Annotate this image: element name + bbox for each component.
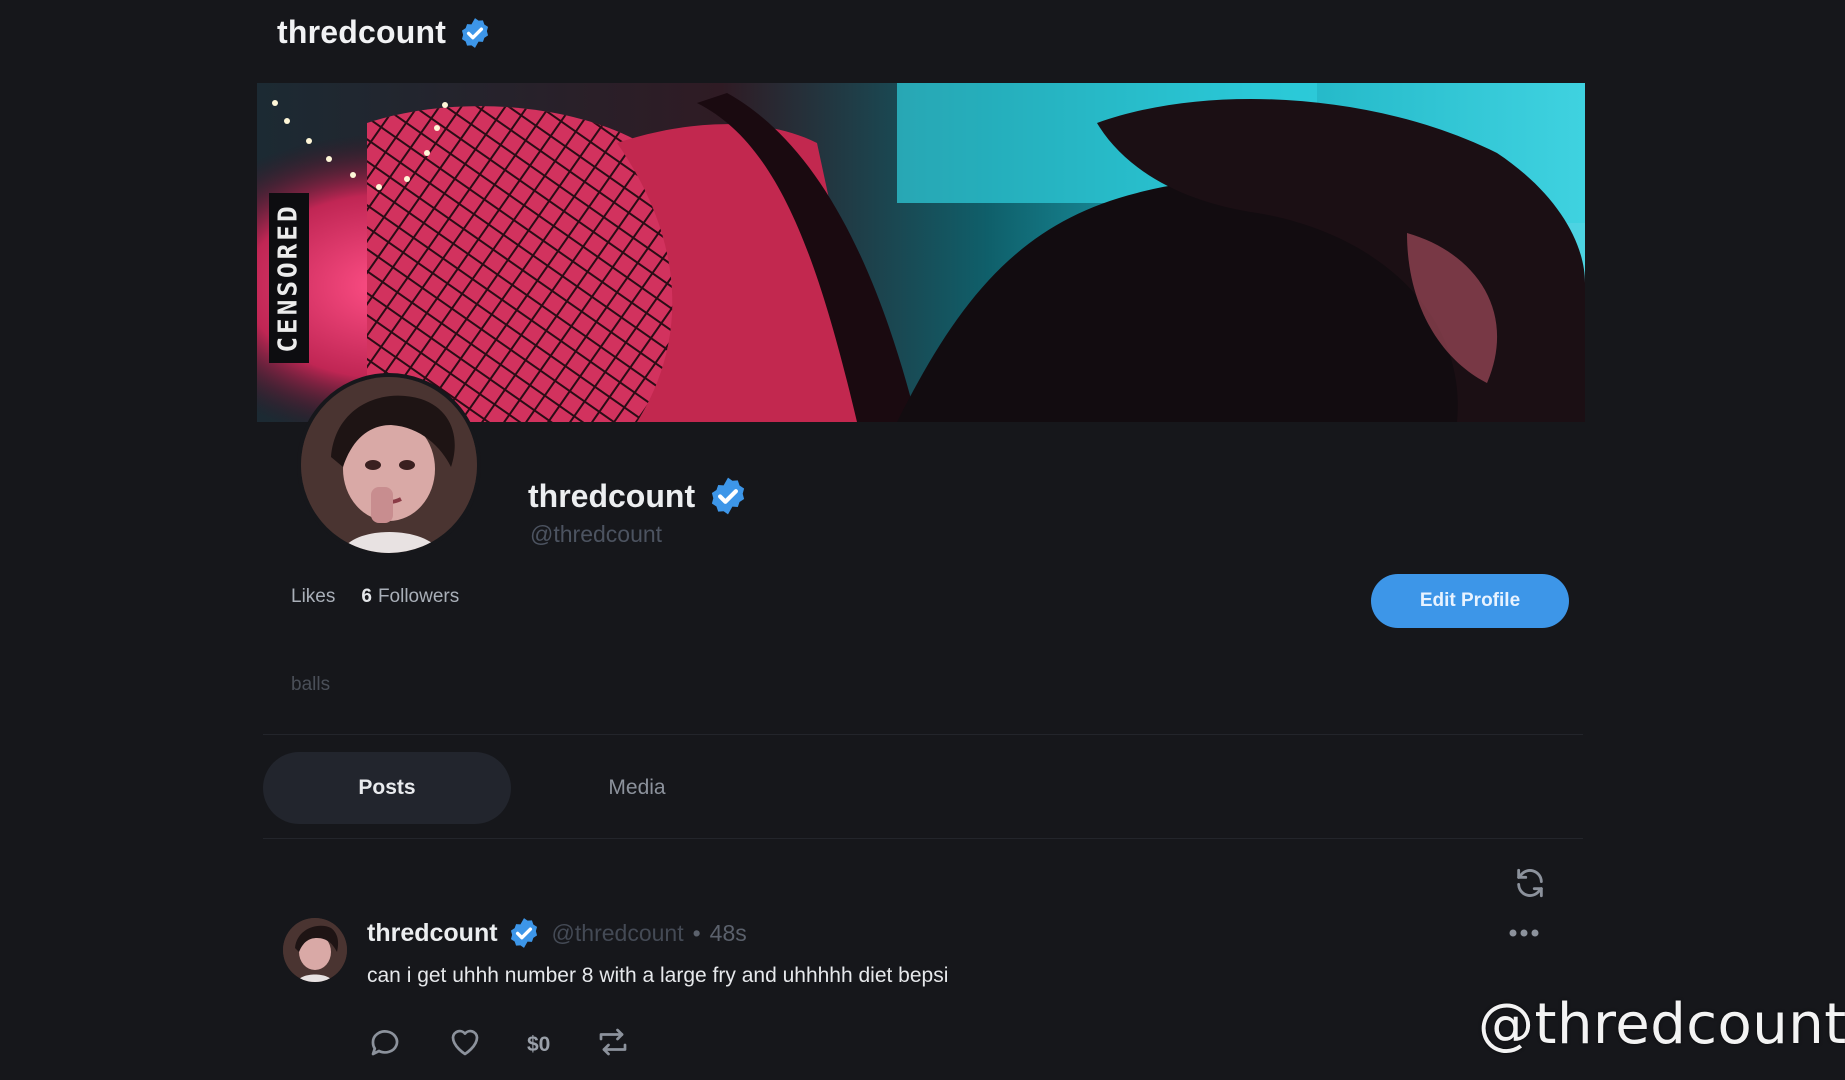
profile-name-row: thredcount	[528, 475, 749, 517]
profile-stats: Likes 6 Followers	[291, 586, 459, 608]
followers-count: 6	[361, 586, 372, 607]
watermark: @thredcount	[1478, 992, 1845, 1057]
divider	[263, 838, 1583, 839]
profile-banner[interactable]: CENSORED	[257, 83, 1585, 422]
post-text: can i get uhhh number 8 with a large fry…	[367, 964, 949, 987]
like-button[interactable]	[447, 1024, 483, 1065]
censored-label: CENSORED	[269, 193, 309, 363]
verified-badge-icon	[707, 475, 749, 517]
tip-amount: $0	[527, 1032, 551, 1056]
header-title: thredcount	[277, 14, 447, 50]
profile-tabs: Posts Media	[263, 752, 761, 824]
comment-icon	[367, 1024, 403, 1065]
profile-display-name: thredcount	[528, 477, 696, 514]
verified-badge-icon	[507, 916, 541, 950]
verified-badge-icon	[458, 16, 492, 50]
post-avatar[interactable]	[283, 918, 347, 982]
post-separator: •	[692, 919, 701, 946]
likes-stat[interactable]: Likes	[291, 586, 335, 608]
post-header: thredcount @thredcount • 48s	[367, 916, 747, 950]
refresh-icon[interactable]	[1513, 866, 1547, 905]
censored-text: CENSORED	[274, 203, 305, 353]
more-icon[interactable]	[1506, 924, 1542, 947]
profile-avatar[interactable]	[297, 373, 481, 557]
edit-profile-button[interactable]: Edit Profile	[1371, 574, 1569, 628]
post-author-handle[interactable]: @thredcount	[552, 920, 684, 947]
followers-stat[interactable]: 6 Followers	[361, 586, 459, 608]
post-timestamp: 48s	[709, 919, 747, 946]
heart-icon	[447, 1024, 483, 1065]
repost-button[interactable]	[594, 1024, 632, 1065]
divider	[263, 734, 1583, 735]
profile-handle: @thredcount	[530, 521, 663, 547]
followers-label: Followers	[377, 586, 460, 607]
profile-bio: balls	[291, 674, 331, 695]
tip-button[interactable]: $0	[527, 1033, 550, 1057]
post-actions: $0	[367, 1024, 676, 1065]
comment-button[interactable]	[367, 1024, 403, 1065]
tab-media[interactable]: Media	[513, 752, 761, 824]
likes-label: Likes	[291, 586, 336, 607]
profile-column: thredcount CENSORED thredcount @thredcou…	[255, 0, 1585, 1080]
top-header: thredcount	[277, 14, 492, 51]
tab-posts[interactable]: Posts	[263, 752, 511, 824]
post-author-name[interactable]: thredcount	[367, 919, 498, 948]
repost-icon	[594, 1024, 632, 1065]
